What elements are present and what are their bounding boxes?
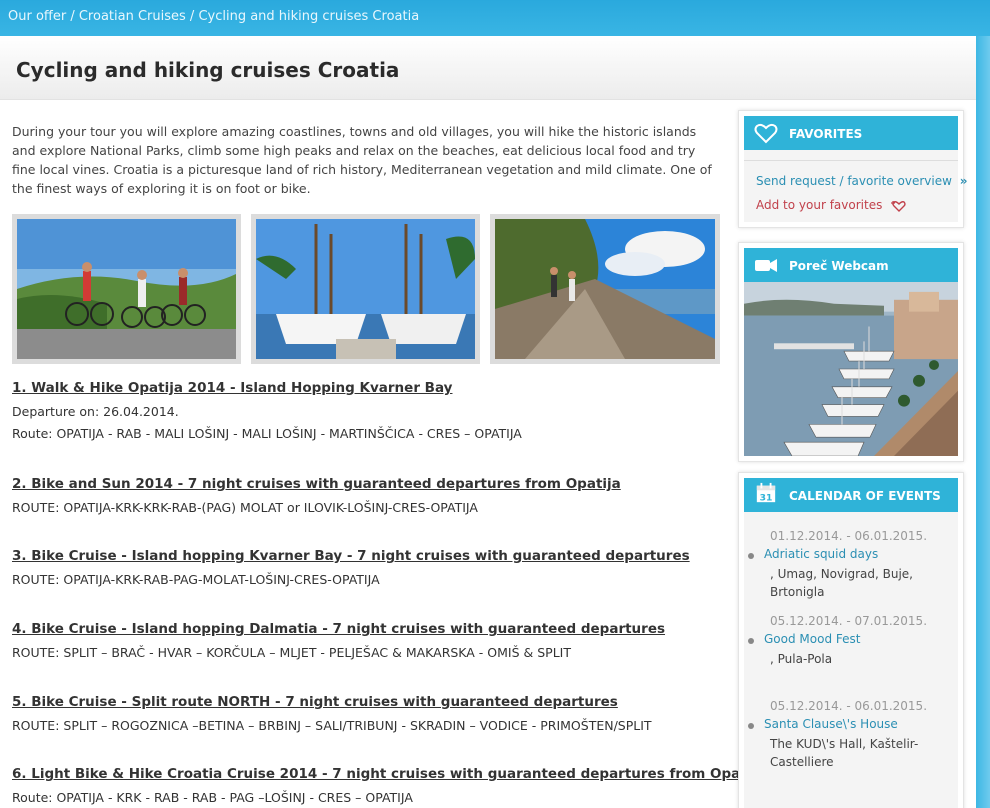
side-strip: [976, 36, 990, 808]
bullet-icon: [748, 553, 754, 559]
webcam-image[interactable]: [744, 282, 958, 456]
event-date: 05.12.2014. - 07.01.2015.: [770, 614, 928, 628]
favorites-heading: FAVORITES: [789, 127, 863, 141]
event-date: 05.12.2014. - 06.01.2015.: [770, 699, 928, 713]
photo-sailboats[interactable]: [251, 214, 480, 364]
webcam-widget: Poreč Webcam: [738, 242, 964, 462]
trip-item: 1. Walk & Hike Opatija 2014 - Island Hop…: [12, 380, 720, 441]
calendar-header: 31 CALENDAR OF EVENTS: [744, 478, 958, 512]
favorites-body: FAVORITES Send request / favorite overvi…: [744, 116, 968, 222]
top-bar: Our offer / Croatian Cruises / Cycling a…: [0, 0, 990, 36]
trip-link[interactable]: 6. Light Bike & Hike Croatia Cruise 2014…: [12, 766, 765, 782]
event-location: , Umag, Novigrad, Buje, Brtonigla: [770, 567, 913, 599]
double-chevron-right-icon: »: [959, 174, 968, 188]
send-request-label: Send request / favorite overview: [756, 174, 952, 188]
title-band: Cycling and hiking cruises Croatia: [0, 36, 976, 100]
trip-link[interactable]: 4. Bike Cruise - Island hopping Dalmatia…: [12, 621, 720, 637]
breadcrumb-separator: /: [66, 9, 79, 24]
photo-cyclists[interactable]: [12, 214, 241, 364]
photo-hiking-trail-image: [495, 219, 715, 359]
breadcrumb-separator: /: [185, 9, 199, 24]
heart-plus-icon: [891, 200, 906, 212]
trip-route: ROUTE: OPATIJA-KRK-RAB-PAG-MOLAT-LOŠINJ-…: [12, 572, 380, 587]
trip-item: 2. Bike and Sun 2014 - 7 night cruises w…: [12, 476, 720, 515]
breadcrumb-item-croatian-cruises[interactable]: Croatian Cruises: [79, 9, 186, 24]
trip-route: Route: OPATIJA - KRK - RAB - RAB - PAG –…: [12, 790, 413, 805]
trip-item: 6. Light Bike & Hike Croatia Cruise 2014…: [12, 766, 765, 805]
page-title: Cycling and hiking cruises Croatia: [16, 58, 400, 82]
webcam-harbor-image: [744, 282, 958, 456]
calendar-widget: 31 CALENDAR OF EVENTS 01.12.2014. - 06.0…: [738, 472, 964, 808]
calendar-body: 31 CALENDAR OF EVENTS 01.12.2014. - 06.0…: [744, 478, 958, 808]
trip-item: 4. Bike Cruise - Island hopping Dalmatia…: [12, 621, 720, 660]
favorites-header: FAVORITES: [744, 116, 958, 150]
trip-item: 5. Bike Cruise - Split route NORTH - 7 n…: [12, 694, 720, 733]
calendar-icon: 31: [756, 482, 776, 503]
event-link[interactable]: Santa Clause\'s House: [764, 717, 898, 731]
main-column: During your tour you will explore amazin…: [12, 122, 765, 805]
calendar-heading: CALENDAR OF EVENTS: [789, 489, 941, 503]
webcam-header: Poreč Webcam: [744, 248, 958, 282]
breadcrumb-item-current: Cycling and hiking cruises Croatia: [198, 9, 420, 24]
bullet-icon: [748, 638, 754, 644]
event-location: , Pula-Pola: [770, 652, 833, 666]
photo-strip: [12, 214, 720, 364]
bullet-icon: [748, 723, 754, 729]
trip-link[interactable]: 1. Walk & Hike Opatija 2014 - Island Hop…: [12, 380, 720, 396]
event-date: 01.12.2014. - 06.01.2015.: [770, 529, 928, 543]
add-to-favorites-label: Add to your favorites: [756, 198, 883, 212]
breadcrumb: Our offer / Croatian Cruises / Cycling a…: [8, 9, 419, 24]
send-request-link[interactable]: Send request / favorite overview »: [756, 174, 968, 188]
trip-route: ROUTE: SPLIT – BRAČ - HVAR – KORČULA – M…: [12, 645, 571, 660]
calendar-icon-day: 31: [760, 492, 773, 503]
camera-icon: [755, 259, 777, 272]
trip-link[interactable]: 5. Bike Cruise - Split route NORTH - 7 n…: [12, 694, 720, 710]
trip-item: 3. Bike Cruise - Island hopping Kvarner …: [12, 548, 720, 587]
trip-link[interactable]: 2. Bike and Sun 2014 - 7 night cruises w…: [12, 476, 720, 492]
webcam-heading: Poreč Webcam: [789, 259, 889, 273]
heart-icon: [754, 123, 778, 144]
event-link[interactable]: Good Mood Fest: [764, 632, 860, 646]
webcam-body: Poreč Webcam: [744, 248, 958, 456]
intro-text: During your tour you will explore amazin…: [12, 124, 712, 196]
breadcrumb-item-our-offer[interactable]: Our offer: [8, 9, 66, 24]
event-location: The KUD\'s Hall, Kaštelir-Castelliere: [770, 737, 919, 769]
trip-route: Route: OPATIJA - RAB - MALI LOŠINJ - MAL…: [12, 426, 522, 441]
trip-departure: Departure on: 26.04.2014.: [12, 404, 179, 419]
favorites-divider: [744, 160, 958, 161]
photo-sailboats-image: [256, 219, 475, 359]
add-to-favorites-link[interactable]: Add to your favorites: [756, 198, 906, 212]
trip-route: ROUTE: OPATIJA-KRK-KRK-RAB-(PAG) MOLAT o…: [12, 500, 478, 515]
event-link[interactable]: Adriatic squid days: [764, 547, 878, 561]
photo-cyclists-image: [17, 219, 236, 359]
photo-hiking-trail[interactable]: [490, 214, 720, 364]
trip-link[interactable]: 3. Bike Cruise - Island hopping Kvarner …: [12, 548, 720, 564]
favorites-widget: FAVORITES Send request / favorite overvi…: [738, 110, 968, 228]
content-sheet: Cycling and hiking cruises Croatia Durin…: [0, 36, 976, 808]
trip-route: ROUTE: SPLIT – ROGOZNICA –BETINA – BRBIN…: [12, 718, 652, 733]
